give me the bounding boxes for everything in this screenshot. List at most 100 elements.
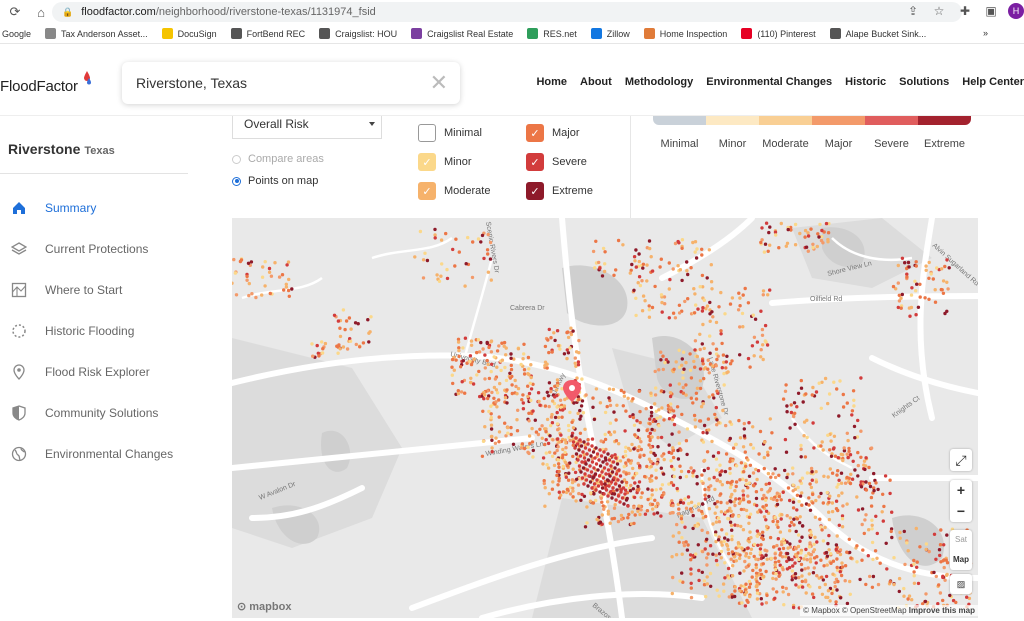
risk-point[interactable] xyxy=(733,489,737,493)
risk-point[interactable] xyxy=(785,567,790,571)
risk-point[interactable] xyxy=(808,508,813,512)
risk-point[interactable] xyxy=(551,438,555,442)
risk-point[interactable] xyxy=(648,422,652,426)
risk-point[interactable] xyxy=(250,292,254,296)
risk-point[interactable] xyxy=(741,293,745,297)
risk-point[interactable] xyxy=(800,476,805,480)
risk-point[interactable] xyxy=(927,549,931,554)
risk-point[interactable] xyxy=(843,564,848,568)
risk-point[interactable] xyxy=(684,540,688,544)
risk-point[interactable] xyxy=(707,507,712,511)
risk-point[interactable] xyxy=(549,336,553,340)
bookmark-item[interactable]: RES.net xyxy=(527,28,577,39)
risk-point[interactable] xyxy=(345,347,350,351)
risk-point[interactable] xyxy=(683,497,687,501)
risk-point[interactable] xyxy=(560,415,564,419)
risk-point[interactable] xyxy=(647,239,652,243)
risk-point[interactable] xyxy=(831,559,836,563)
risk-point[interactable] xyxy=(648,417,652,421)
risk-point[interactable] xyxy=(720,469,724,473)
risk-point[interactable] xyxy=(672,414,676,418)
risk-point[interactable] xyxy=(924,264,928,268)
risk-point[interactable] xyxy=(800,574,804,578)
risk-point[interactable] xyxy=(680,357,684,361)
risk-point[interactable] xyxy=(505,401,509,405)
risk-point[interactable] xyxy=(743,604,748,608)
risk-point[interactable] xyxy=(810,393,814,397)
risk-point[interactable] xyxy=(819,525,823,529)
risk-point[interactable] xyxy=(597,260,601,265)
risk-point[interactable] xyxy=(813,515,818,519)
risk-point[interactable] xyxy=(656,457,660,462)
risk-point[interactable] xyxy=(897,576,902,581)
risk-point[interactable] xyxy=(269,274,274,278)
risk-point[interactable] xyxy=(768,243,772,247)
risk-point[interactable] xyxy=(739,584,743,588)
risk-point[interactable] xyxy=(782,541,787,545)
risk-point[interactable] xyxy=(332,313,337,317)
risk-point[interactable] xyxy=(800,579,804,584)
risk-point[interactable] xyxy=(742,569,746,573)
risk-point[interactable] xyxy=(765,557,769,561)
risk-point[interactable] xyxy=(888,580,892,584)
risk-point[interactable] xyxy=(741,445,746,449)
risk-point[interactable] xyxy=(710,439,714,444)
risk-point[interactable] xyxy=(656,435,660,440)
risk-point[interactable] xyxy=(646,497,650,502)
risk-point[interactable] xyxy=(642,453,646,457)
risk-point[interactable] xyxy=(748,551,753,556)
risk-point[interactable] xyxy=(456,389,460,393)
risk-point[interactable] xyxy=(612,410,616,414)
risk-point[interactable] xyxy=(570,420,574,424)
risk-point[interactable] xyxy=(556,445,560,449)
risk-point[interactable] xyxy=(711,522,715,526)
risk-point[interactable] xyxy=(943,264,947,269)
risk-point[interactable] xyxy=(341,308,346,312)
risk-point[interactable] xyxy=(653,393,658,397)
risk-point[interactable] xyxy=(433,227,437,232)
risk-point[interactable] xyxy=(719,290,723,295)
risk-point[interactable] xyxy=(726,370,730,374)
risk-point[interactable] xyxy=(937,583,941,587)
risk-point[interactable] xyxy=(717,594,721,598)
risk-point[interactable] xyxy=(760,226,764,230)
risk-point[interactable] xyxy=(771,472,775,476)
risk-point[interactable] xyxy=(700,309,705,313)
risk-point[interactable] xyxy=(815,540,819,544)
risk-point[interactable] xyxy=(945,258,949,262)
risk-point[interactable] xyxy=(725,480,730,485)
risk-point[interactable] xyxy=(848,579,852,584)
risk-point[interactable] xyxy=(598,490,602,494)
risk-point[interactable] xyxy=(657,368,661,372)
risk-point[interactable] xyxy=(912,558,916,563)
risk-point[interactable] xyxy=(612,492,617,496)
risk-point[interactable] xyxy=(942,543,946,547)
risk-point[interactable] xyxy=(766,249,770,253)
risk-point[interactable] xyxy=(688,368,693,372)
risk-point[interactable] xyxy=(677,507,681,511)
risk-point[interactable] xyxy=(692,359,696,364)
risk-point[interactable] xyxy=(714,457,719,461)
risk-point[interactable] xyxy=(631,487,635,491)
risk-point[interactable] xyxy=(750,344,755,348)
risk-point[interactable] xyxy=(700,247,704,251)
risk-point[interactable] xyxy=(724,532,729,536)
risk-point[interactable] xyxy=(733,594,737,599)
risk-point[interactable] xyxy=(708,319,712,323)
risk-point[interactable] xyxy=(439,274,443,278)
risk-point[interactable] xyxy=(583,446,588,450)
risk-point[interactable] xyxy=(597,458,601,462)
risk-point[interactable] xyxy=(695,386,700,390)
risk-point[interactable] xyxy=(638,455,642,459)
risk-point[interactable] xyxy=(808,560,813,564)
risk-point[interactable] xyxy=(851,389,856,393)
risk-point[interactable] xyxy=(673,241,678,246)
risk-point[interactable] xyxy=(485,358,489,363)
risk-point[interactable] xyxy=(287,294,291,298)
risk-point[interactable] xyxy=(526,445,530,449)
risk-point[interactable] xyxy=(899,306,903,310)
risk-point[interactable] xyxy=(792,517,796,521)
risk-point[interactable] xyxy=(590,486,594,490)
risk-point[interactable] xyxy=(233,271,238,275)
risk-point[interactable] xyxy=(671,311,676,315)
